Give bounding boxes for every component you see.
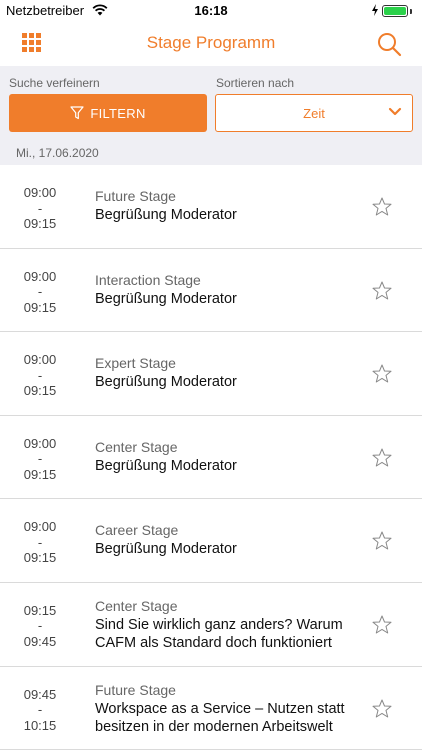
- start-time: 09:00: [23, 185, 57, 200]
- sort-value: Zeit: [303, 105, 325, 121]
- star-icon[interactable]: [372, 699, 392, 718]
- end-time: 09:15: [23, 550, 57, 566]
- filter-bar: Suche verfeinern Sortieren nach FILTERN …: [0, 66, 422, 142]
- time-separator: -: [37, 367, 43, 383]
- session-title: Sind Sie wirklich ganz anders? Warum CAF…: [95, 616, 343, 652]
- session-row[interactable]: 09:00 - 09:15 Future Stage Begrüßung Mod…: [0, 165, 422, 249]
- session-title: Begrüßung Moderator: [95, 374, 237, 391]
- end-time: 09:15: [23, 216, 57, 231]
- session-time: 09:00 - 09:15: [16, 269, 64, 316]
- start-time: 09:15: [23, 602, 57, 618]
- page-title: Stage Programm: [146, 33, 276, 52]
- filter-button-label: FILTERN: [90, 105, 146, 121]
- stage-name: Future Stage: [95, 188, 176, 204]
- sort-label: Sortieren nach: [216, 76, 295, 90]
- session-title: Begrüßung Moderator: [95, 541, 237, 558]
- session-row[interactable]: 09:00 - 09:15 Interaction Stage Begrüßun…: [0, 249, 422, 333]
- end-time: 09:45: [23, 633, 57, 649]
- navigation-bar: Stage Programm: [0, 22, 422, 66]
- session-row[interactable]: 09:15 - 09:45 Center Stage Sind Sie wirk…: [0, 583, 422, 667]
- star-icon[interactable]: [372, 448, 392, 467]
- start-time: 09:00: [23, 268, 57, 284]
- battery-icon: [382, 5, 412, 17]
- session-time: 09:00 - 09:15: [16, 436, 64, 483]
- end-time: 09:15: [23, 383, 57, 399]
- search-icon[interactable]: [376, 31, 402, 57]
- stage-name: Expert Stage: [95, 355, 176, 372]
- time-separator: -: [37, 200, 43, 216]
- stage-name: Center Stage: [95, 597, 178, 614]
- stage-name: Future Stage: [95, 681, 176, 698]
- charging-icon: [372, 4, 378, 16]
- session-row[interactable]: 09:00 - 09:15 Center Stage Begrüßung Mod…: [0, 416, 422, 500]
- start-time: 09:00: [23, 519, 57, 535]
- end-time: 10:15: [23, 717, 57, 733]
- time-separator: -: [37, 284, 43, 300]
- time-separator: -: [37, 702, 43, 718]
- stage-name: Center Stage: [95, 438, 178, 455]
- chevron-down-icon: [388, 107, 402, 116]
- session-row[interactable]: 09:00 - 09:15 Expert Stage Begrüßung Mod…: [0, 332, 422, 416]
- session-time: 09:00 - 09:15: [16, 519, 64, 566]
- session-title: Begrüßung Moderator: [95, 290, 237, 307]
- status-bar: Netzbetreiber 16:18: [0, 0, 422, 22]
- start-time: 09:00: [23, 435, 57, 451]
- funnel-icon: [70, 106, 84, 120]
- session-title: Begrüßung Moderator: [95, 457, 237, 474]
- star-icon[interactable]: [372, 364, 392, 383]
- sort-select[interactable]: Zeit: [215, 94, 413, 132]
- session-time: 09:15 - 09:45: [16, 603, 64, 650]
- filter-button[interactable]: FILTERN: [9, 94, 207, 132]
- star-icon[interactable]: [372, 281, 392, 300]
- session-list: 09:00 - 09:15 Future Stage Begrüßung Mod…: [0, 165, 422, 750]
- time-separator: -: [37, 451, 43, 467]
- start-time: 09:45: [23, 686, 57, 702]
- session-title: Workspace as a Service – Nutzen statt be…: [95, 700, 345, 736]
- end-time: 09:15: [23, 466, 57, 482]
- star-icon[interactable]: [372, 531, 392, 550]
- session-time: 09:45 - 10:15: [16, 687, 64, 734]
- stage-name: Interaction Stage: [95, 271, 201, 288]
- date-header: Mi., 17.06.2020: [0, 142, 422, 165]
- time-separator: -: [37, 618, 43, 634]
- refine-label: Suche verfeinern: [9, 76, 100, 90]
- start-time: 09:00: [23, 352, 57, 368]
- session-row[interactable]: 09:45 - 10:15 Future Stage Workspace as …: [0, 667, 422, 750]
- star-icon[interactable]: [372, 197, 392, 216]
- clock: 16:18: [194, 3, 228, 18]
- session-row[interactable]: 09:00 - 09:15 Career Stage Begrüßung Mod…: [0, 499, 422, 583]
- session-time: 09:00 - 09:15: [16, 185, 64, 232]
- star-icon[interactable]: [372, 615, 392, 634]
- stage-name: Career Stage: [95, 522, 179, 539]
- session-title: Begrüßung Moderator: [95, 207, 237, 223]
- time-separator: -: [37, 534, 43, 550]
- end-time: 09:15: [23, 299, 57, 315]
- date-label: Mi., 17.06.2020: [16, 146, 99, 160]
- session-time: 09:00 - 09:15: [16, 352, 64, 399]
